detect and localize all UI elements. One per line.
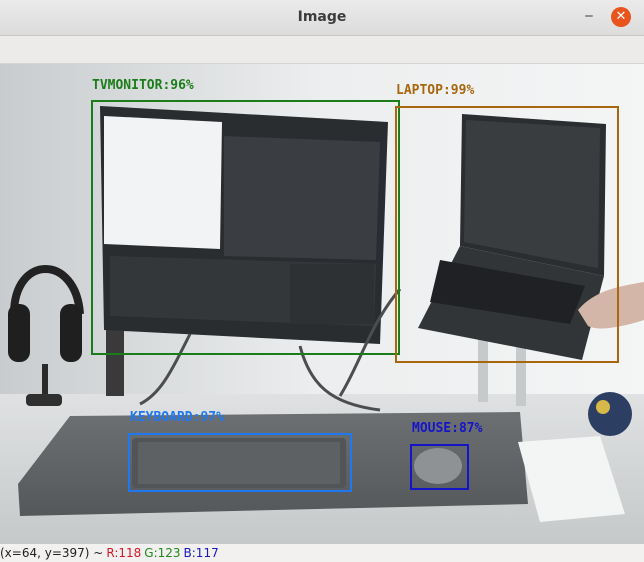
- cursor-coordinates: (x=64, y=397) ~: [0, 546, 104, 560]
- image-canvas[interactable]: TVMONITOR:96% LAPTOP:99% KEYBOARD:97% MO…: [0, 64, 644, 544]
- detection-box-laptop: [395, 106, 619, 363]
- detection-label-keyboard: KEYBOARD:97%: [130, 410, 224, 425]
- pixel-green-value: G:123: [144, 546, 181, 560]
- pixel-blue-value: B:117: [183, 546, 219, 560]
- window-title: Image: [297, 9, 347, 25]
- detection-box-keyboard: [128, 433, 352, 492]
- detection-box-mouse: [410, 444, 469, 490]
- detection-label-mouse: MOUSE:87%: [412, 421, 483, 436]
- title-bar: Image ‒ ✕: [0, 0, 644, 36]
- detection-label-laptop: LAPTOP:99%: [396, 83, 475, 98]
- close-icon[interactable]: ✕: [611, 7, 631, 27]
- minimize-icon[interactable]: ‒: [580, 8, 598, 26]
- detection-label-tvmonitor: TVMONITOR:96%: [92, 78, 194, 93]
- pixel-red-value: R:118: [106, 546, 142, 560]
- image-viewer-window: Image ‒ ✕ TVMONITOR:96% LAPTOP:99% KEYBO…: [0, 0, 644, 562]
- detection-box-tvmonitor: [91, 100, 400, 355]
- status-bar: (x=64, y=397) ~ R:118 G:123 B:117: [0, 544, 644, 562]
- toolbar: [0, 36, 644, 64]
